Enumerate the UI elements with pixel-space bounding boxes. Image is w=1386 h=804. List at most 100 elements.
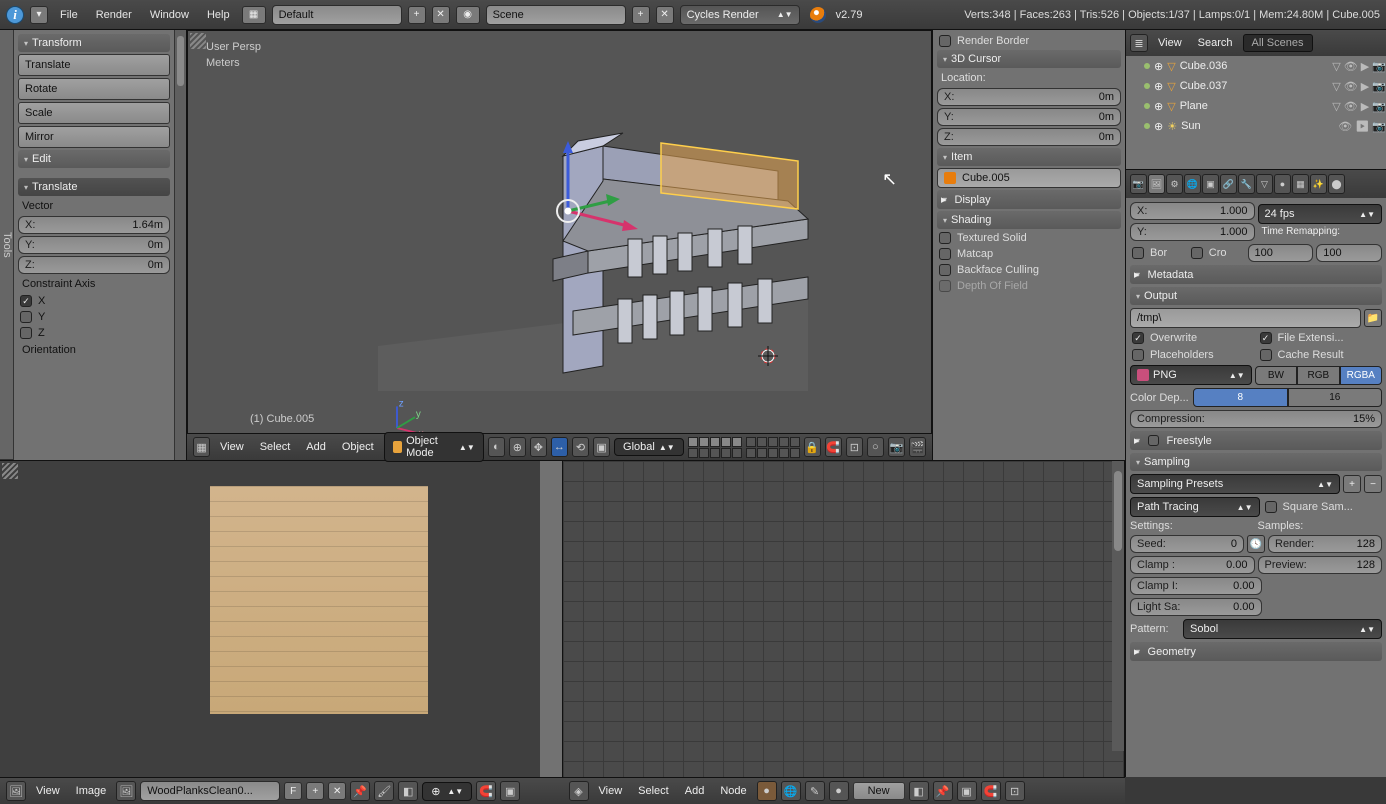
cursor-z-field[interactable]: Z:0m bbox=[937, 128, 1121, 146]
tool-tabs[interactable]: ToolsCrAnRePGre bbox=[0, 30, 14, 460]
editor-type-icon[interactable]: ▦ bbox=[193, 437, 210, 457]
tremap-new[interactable]: 100 bbox=[1316, 244, 1382, 262]
fps-select[interactable]: 24 fps▲▼ bbox=[1258, 204, 1383, 224]
node-pin-icon[interactable]: 📌 bbox=[933, 781, 953, 801]
use-nodes-icon[interactable]: ◧ bbox=[909, 781, 929, 801]
layers-widget[interactable] bbox=[688, 437, 800, 458]
seed-field[interactable]: Seed:0 bbox=[1130, 535, 1244, 553]
manipulator-icon[interactable]: ✥ bbox=[530, 437, 547, 457]
shading-mode-icon[interactable]: ◐ bbox=[488, 437, 505, 457]
browse-folder-icon[interactable]: 📁 bbox=[1364, 309, 1382, 327]
area-corner[interactable] bbox=[190, 33, 206, 49]
border-check[interactable]: Bor bbox=[1130, 246, 1186, 260]
vp-menu-object[interactable]: Object bbox=[336, 438, 380, 456]
matcap-check[interactable]: Matcap bbox=[937, 247, 1121, 261]
snap-target-icon[interactable]: ⊡ bbox=[846, 437, 863, 457]
output-panel[interactable]: Output bbox=[1130, 287, 1382, 305]
edit-panel-header[interactable]: Edit bbox=[18, 150, 170, 168]
menu-window[interactable]: Window bbox=[144, 5, 195, 25]
item-name-field[interactable]: Cube.005 bbox=[937, 168, 1121, 188]
node-material-browse-icon[interactable]: ● bbox=[829, 781, 849, 801]
cursor-x-field[interactable]: X:0m bbox=[937, 88, 1121, 106]
vector-z-field[interactable]: Z:0m bbox=[18, 256, 170, 274]
pattern-select[interactable]: Sobol▲▼ bbox=[1183, 619, 1382, 639]
overwrite-check[interactable]: Overwrite bbox=[1130, 331, 1255, 345]
3d-viewport[interactable]: User Persp Meters (1) Cube.005 bbox=[187, 30, 932, 460]
image-name-field[interactable]: WoodPlanksClean0... bbox=[140, 781, 280, 801]
vector-y-field[interactable]: Y:0m bbox=[18, 236, 170, 254]
aspect-x-field[interactable]: X:1.000 bbox=[1130, 202, 1255, 220]
screen-layout-field[interactable]: Default bbox=[272, 5, 402, 25]
preview-samples-field[interactable]: Preview:128 bbox=[1258, 556, 1383, 574]
node-menu-add[interactable]: Add bbox=[679, 782, 711, 800]
outliner-search[interactable]: Search bbox=[1192, 34, 1239, 52]
freestyle-panel[interactable]: ▸Freestyle bbox=[1130, 431, 1382, 450]
remove-preset-button[interactable]: − bbox=[1364, 475, 1382, 493]
clamp-indirect-field[interactable]: Clamp I:0.00 bbox=[1130, 577, 1262, 595]
scale-button[interactable]: Scale bbox=[18, 102, 170, 124]
uv-editor-type-icon[interactable]: 🖼 bbox=[6, 781, 26, 801]
compression-field[interactable]: Compression:15% bbox=[1130, 410, 1382, 428]
outliner-view[interactable]: View bbox=[1152, 34, 1188, 52]
placeholders-check[interactable]: Placeholders bbox=[1130, 348, 1255, 362]
node-snap-icon[interactable]: 🧲 bbox=[981, 781, 1001, 801]
scale-manip-icon[interactable]: ▣ bbox=[593, 437, 610, 457]
uv-image-editor[interactable] bbox=[0, 461, 563, 777]
uv-tool-region[interactable] bbox=[540, 461, 562, 777]
screen-layout-icon[interactable]: ▦ bbox=[242, 6, 266, 24]
node-world-icon[interactable]: 🌐 bbox=[781, 781, 801, 801]
uv-pivot-select[interactable]: ⊕▲▼ bbox=[422, 782, 472, 801]
vp-menu-select[interactable]: Select bbox=[254, 438, 297, 456]
lock-icon[interactable]: 🔒 bbox=[804, 437, 821, 457]
unlink-image-button[interactable]: ✕ bbox=[328, 782, 346, 800]
outliner-tree[interactable]: ⊕▽Cube.036▽ 👁 ▶ 📷 ⊕▽Cube.037▽ 👁 ▶ 📷 ⊕▽Pl… bbox=[1126, 56, 1386, 169]
uv-channel-icon[interactable]: ▣ bbox=[500, 781, 520, 801]
remove-scene-button[interactable]: ✕ bbox=[656, 6, 674, 24]
item-panel-header[interactable]: Item bbox=[937, 148, 1121, 166]
menu-render[interactable]: Render bbox=[90, 5, 138, 25]
geometry-panel[interactable]: ▸Geometry bbox=[1130, 642, 1382, 661]
orientation-select[interactable]: Global▲▼ bbox=[614, 438, 684, 456]
node-linestyle-icon[interactable]: ✎ bbox=[805, 781, 825, 801]
remove-layout-button[interactable]: ✕ bbox=[432, 6, 450, 24]
add-preset-button[interactable]: + bbox=[1343, 475, 1361, 493]
crop-check[interactable]: Cro bbox=[1189, 246, 1245, 260]
operator-panel-header[interactable]: Translate bbox=[18, 178, 170, 196]
vector-x-field[interactable]: X:1.64m bbox=[18, 216, 170, 234]
node-shader-icon[interactable]: ● bbox=[757, 781, 777, 801]
textured-solid-check[interactable]: Textured Solid bbox=[937, 231, 1121, 245]
pin-icon[interactable]: 📌 bbox=[350, 781, 370, 801]
mode-select[interactable]: Object Mode▲▼ bbox=[384, 432, 484, 462]
render-border-check[interactable]: Render Border bbox=[937, 34, 1121, 48]
uv-menu-image[interactable]: Image bbox=[70, 782, 113, 800]
uv-snap-icon[interactable]: 🧲 bbox=[476, 781, 496, 801]
pivot-icon[interactable]: ⊕ bbox=[509, 437, 526, 457]
image-browse-icon[interactable]: 🖼 bbox=[116, 781, 136, 801]
tremap-old[interactable]: 100 bbox=[1248, 244, 1314, 262]
vp-menu-add[interactable]: Add bbox=[300, 438, 332, 456]
mirror-button[interactable]: Mirror bbox=[18, 126, 170, 148]
render-preview-icon[interactable]: 📷 bbox=[888, 437, 905, 457]
cursor-panel-header[interactable]: 3D Cursor bbox=[937, 50, 1121, 68]
uv-paint-icon[interactable]: 🖌 bbox=[374, 781, 394, 801]
node-menu-view[interactable]: View bbox=[593, 782, 629, 800]
display-panel-header[interactable]: ▸Display bbox=[937, 190, 1121, 209]
backface-check[interactable]: Backface Culling bbox=[937, 263, 1121, 277]
sampling-presets-select[interactable]: Sampling Presets▲▼ bbox=[1130, 474, 1340, 494]
color-depth-toggle[interactable]: 816 bbox=[1193, 388, 1382, 407]
node-editor[interactable] bbox=[563, 461, 1126, 777]
node-menu-node[interactable]: Node bbox=[714, 782, 752, 800]
file-format-select[interactable]: PNG▲▼ bbox=[1130, 365, 1252, 385]
shading-panel-header[interactable]: Shading bbox=[937, 211, 1121, 229]
node-menu-select[interactable]: Select bbox=[632, 782, 675, 800]
rotate-manip-icon[interactable]: ⟲ bbox=[572, 437, 589, 457]
add-scene-button[interactable]: + bbox=[632, 6, 650, 24]
translate-button[interactable]: Translate bbox=[18, 54, 170, 76]
rotate-button[interactable]: Rotate bbox=[18, 78, 170, 100]
transform-panel-header[interactable]: Transform bbox=[18, 34, 170, 52]
constraint-z-check[interactable]: Z bbox=[18, 326, 170, 340]
constraint-y-check[interactable]: Y bbox=[18, 310, 170, 324]
uv-menu-view[interactable]: View bbox=[30, 782, 66, 800]
ext-check[interactable]: File Extensi... bbox=[1258, 331, 1383, 345]
color-mode-toggle[interactable]: BWRGBRGBA bbox=[1255, 366, 1382, 385]
